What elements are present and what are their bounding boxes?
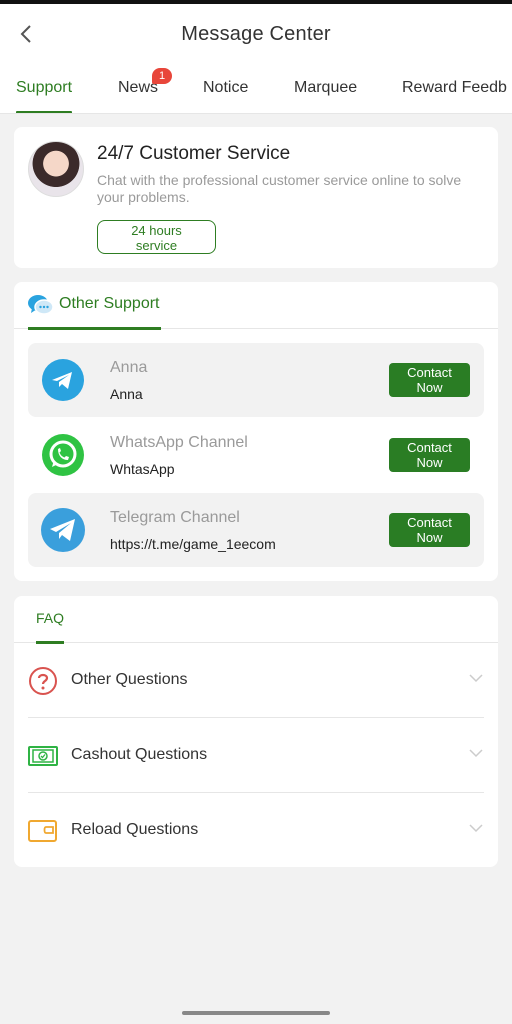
chevron-down-icon [469, 824, 483, 833]
agent-avatar [28, 141, 84, 197]
tab-label: Marquee [294, 79, 358, 96]
customer-service-description: Chat with the professional customer serv… [97, 172, 462, 205]
faq-card: FAQ Other Questions Cashout Questions Re [14, 596, 498, 867]
tab-support[interactable]: Support [16, 64, 73, 113]
wallet-icon [28, 820, 57, 842]
other-support-card: Other Support Anna Anna Contact Now What… [14, 282, 498, 581]
faq-item-cashout-questions[interactable]: Cashout Questions [28, 718, 484, 793]
question-icon [29, 667, 57, 695]
faq-item-other-questions[interactable]: Other Questions [28, 643, 484, 718]
tab-news[interactable]: News 1 [118, 64, 173, 113]
home-indicator[interactable] [182, 1011, 330, 1015]
page-title: Message Center [181, 22, 331, 45]
section-header: Other Support [14, 282, 498, 330]
telegram-icon [42, 359, 84, 401]
contact-now-button[interactable]: Contact Now [389, 438, 470, 472]
cashout-icon [28, 746, 58, 766]
contact-detail: Anna [110, 386, 143, 402]
contact-row-whatsapp: WhatsApp Channel WhtasApp Contact Now [28, 418, 484, 492]
contact-now-button[interactable]: Contact Now [389, 363, 470, 397]
tab-marquee[interactable]: Marquee [294, 64, 358, 113]
contact-now-label: Contact Now [407, 365, 452, 395]
contact-detail: https://t.me/game_1eecom [110, 536, 276, 552]
contact-now-label: Contact Now [407, 440, 452, 470]
contact-row-anna: Anna Anna Contact Now [28, 343, 484, 417]
contact-name: Telegram Channel [110, 509, 240, 526]
tab-other-support[interactable]: Other Support [28, 282, 161, 330]
customer-service-card[interactable]: 24/7 Customer Service Chat with the prof… [14, 127, 498, 268]
hours-badge: 24 hours service [97, 220, 216, 254]
faq-item-label: Reload Questions [71, 821, 199, 838]
contact-row-telegram-channel: Telegram Channel https://t.me/game_1eeco… [28, 493, 484, 567]
section-header: FAQ [14, 596, 498, 644]
tab-label: Reward Feedb [402, 79, 507, 96]
tab-reward-feedback[interactable]: Reward Feedb [402, 64, 507, 113]
notification-badge: 1 [152, 68, 173, 84]
faq-item-reload-questions[interactable]: Reload Questions [28, 793, 484, 868]
contact-detail: WhtasApp [110, 461, 175, 477]
customer-service-title: 24/7 Customer Service [97, 143, 291, 164]
chevron-down-icon [469, 674, 483, 683]
faq-item-label: Other Questions [71, 671, 188, 688]
whatsapp-icon [42, 434, 84, 476]
contact-now-button[interactable]: Contact Now [389, 513, 470, 547]
chat-bubbles-icon [28, 295, 54, 315]
tab-label: Notice [203, 79, 249, 96]
contact-name: WhatsApp Channel [110, 434, 248, 451]
top-bar: Message Center [0, 4, 512, 64]
tab-label: Support [16, 79, 73, 96]
back-button[interactable] [12, 20, 40, 48]
telegram-icon [41, 508, 85, 552]
chevron-left-icon [20, 25, 31, 43]
contact-name: Anna [110, 359, 148, 376]
chevron-down-icon [469, 749, 483, 758]
tab-bar: Support News 1 Notice Marquee Reward Fee… [0, 64, 512, 114]
hours-badge-label: 24 hours service [131, 222, 182, 253]
tab-notice[interactable]: Notice [203, 64, 249, 113]
contact-now-label: Contact Now [407, 515, 452, 545]
section-title: FAQ [36, 610, 65, 626]
faq-item-label: Cashout Questions [71, 746, 208, 763]
section-title: Other Support [59, 295, 160, 312]
tab-faq[interactable]: FAQ [36, 596, 65, 644]
